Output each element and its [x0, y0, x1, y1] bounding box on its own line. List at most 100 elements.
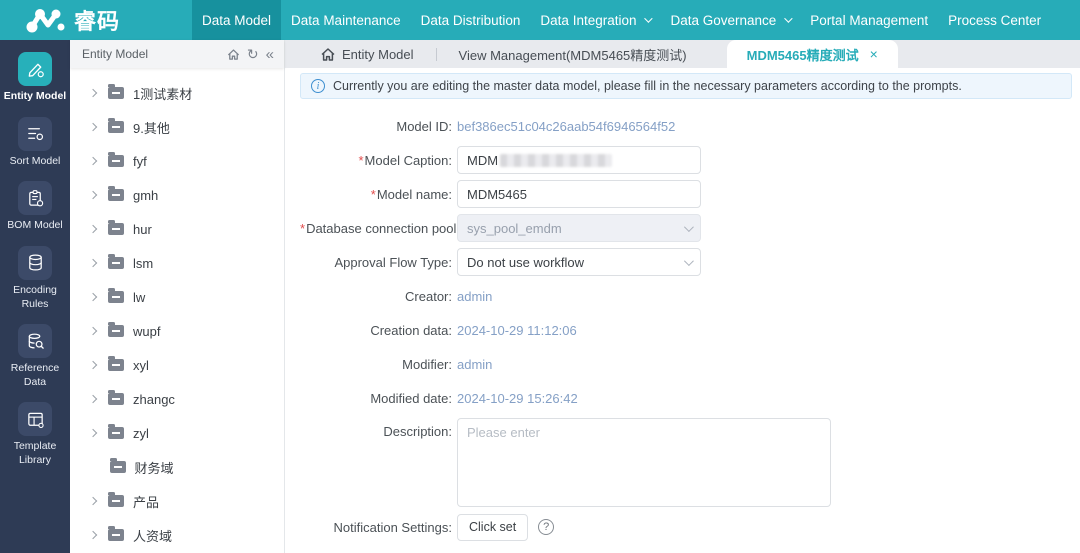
tree-item[interactable]: 产品 — [70, 484, 284, 518]
db-pool-label: *Database connection pool: — [300, 220, 461, 236]
expand-chevron-icon[interactable] — [88, 326, 98, 336]
close-icon[interactable]: × — [870, 47, 878, 61]
expand-chevron-icon[interactable] — [88, 394, 98, 404]
tree-panel-title: Entity Model — [82, 47, 149, 61]
form-row-modified-date: Modified date: 2024-10-29 15:26:42 — [300, 384, 1072, 412]
tree-item-label: 财务域 — [134, 460, 174, 476]
description-textarea[interactable] — [457, 418, 831, 507]
expand-chevron-icon[interactable] — [88, 496, 98, 506]
folder-icon — [108, 356, 124, 371]
tree-item[interactable]: fyf — [70, 144, 284, 178]
expand-chevron-icon[interactable] — [88, 190, 98, 200]
info-banner-text: Currently you are editing the master dat… — [333, 79, 962, 93]
nav-data-distribution[interactable]: Data Distribution — [411, 0, 531, 40]
nav-data-integration[interactable]: Data Integration — [530, 0, 660, 40]
model-edit-form-panel: i Currently you are editing the master d… — [285, 68, 1080, 553]
modified-date-value: 2024-10-29 15:26:42 — [457, 390, 578, 406]
expand-chevron-icon[interactable] — [88, 360, 98, 370]
nav-process-center[interactable]: Process Center — [938, 0, 1051, 40]
model-form: Model ID: bef386ec51c04c26aab54f6946564f… — [300, 112, 1072, 541]
nav-process-center-label: Process Center — [948, 12, 1042, 28]
help-question-icon[interactable]: ? — [538, 519, 555, 535]
nav-data-model[interactable]: Data Model — [192, 0, 282, 40]
tree-item[interactable]: lw — [70, 280, 284, 314]
tree-item-label: zyl — [133, 425, 149, 441]
top-navigation: Data Model Data Maintenance Data Distrib… — [192, 0, 1051, 40]
tree-item-label: 产品 — [133, 494, 160, 510]
folder-icon — [108, 220, 124, 235]
expand-chevron-icon[interactable] — [88, 156, 98, 166]
approval-flow-select[interactable]: Do not use workflow — [457, 248, 701, 276]
form-row-creator: Creator: admin — [300, 282, 1072, 310]
sidebar-item-label: Encoding Rules — [13, 283, 57, 310]
tab-view-management[interactable]: View Management(MDM5465精度测试) — [459, 40, 687, 68]
template-library-icon — [18, 402, 52, 437]
expand-chevron-icon[interactable] — [88, 428, 98, 438]
expand-chevron-icon[interactable] — [88, 224, 98, 234]
sidebar-item-entity-model[interactable]: Entity Model — [3, 52, 67, 104]
folder-icon — [108, 152, 124, 167]
sidebar-item-sort-model[interactable]: Sort Model — [3, 116, 67, 169]
tab-label: View Management(MDM5465精度测试) — [458, 47, 687, 63]
sidebar-item-bom-model[interactable]: BOM Model — [3, 181, 67, 233]
bom-model-icon — [18, 181, 52, 216]
home-icon[interactable] — [227, 48, 240, 61]
click-set-button[interactable]: Click set — [457, 513, 529, 541]
entity-model-tree-panel: Entity Model ↻ « 1测试素材 9.其他 fyf gmh hur … — [70, 40, 285, 553]
tree-item[interactable]: 9.其他 — [70, 110, 284, 144]
tree-item[interactable]: 1测试素材 — [70, 76, 284, 110]
tab-entity-model[interactable]: Entity Model — [321, 40, 414, 68]
tree-item[interactable]: gmh — [70, 178, 284, 212]
expand-chevron-icon[interactable] — [88, 122, 98, 132]
tab-mdm5465-active[interactable]: MDM5465精度测试 × — [726, 40, 898, 68]
folder-icon — [108, 424, 124, 439]
tree-item-label: xyl — [133, 357, 149, 373]
tree-item[interactable]: lsm — [70, 246, 284, 280]
model-id-value: bef386ec51c04c26aab54f6946564f52 — [457, 118, 676, 134]
creator-value: admin — [457, 288, 493, 304]
sidebar-item-template-library[interactable]: Template Library — [3, 402, 67, 467]
document-tab-bar: Entity Model View Management(MDM5465精度测试… — [285, 40, 1080, 68]
expand-chevron-icon[interactable] — [88, 530, 98, 540]
model-name-input[interactable] — [457, 180, 701, 208]
tree-item[interactable]: zyl — [70, 416, 284, 450]
tree-item-label: wupf — [133, 323, 161, 339]
tree-item-label: lsm — [133, 255, 154, 271]
nav-data-maintenance[interactable]: Data Maintenance — [281, 0, 411, 40]
modifier-label: Modifier: — [402, 356, 452, 372]
nav-portal-management[interactable]: Portal Management — [800, 0, 938, 40]
expand-chevron-icon[interactable] — [88, 88, 98, 98]
form-row-description: Description: — [300, 418, 1072, 507]
tree-item[interactable]: zhangc — [70, 382, 284, 416]
folder-icon — [108, 186, 124, 201]
folder-icon — [108, 390, 124, 405]
sidebar-item-encoding-rules[interactable]: Encoding Rules — [3, 245, 67, 311]
tree-item-label: 1测试素材 — [133, 86, 193, 102]
model-name-label: *Model name: — [370, 186, 452, 202]
tree-item[interactable]: 人资域 — [70, 518, 284, 552]
expand-chevron-icon[interactable] — [88, 292, 98, 302]
tree-item[interactable]: wupf — [70, 314, 284, 348]
db-pool-select[interactable]: sys_pool_emdm — [457, 214, 701, 242]
form-row-creation-date: Creation data: 2024-10-29 11:12:06 — [300, 316, 1072, 344]
tree-item[interactable]: xyl — [70, 348, 284, 382]
description-label: Description: — [383, 424, 452, 439]
folder-icon — [108, 322, 124, 337]
tree-item[interactable]: hur — [70, 212, 284, 246]
folder-icon — [108, 288, 124, 303]
chevron-down-icon — [683, 255, 694, 266]
nav-data-governance[interactable]: Data Governance — [660, 0, 800, 40]
model-caption-input[interactable]: MDM — [457, 146, 701, 174]
tree-item-label: fyf — [133, 153, 147, 169]
refresh-icon[interactable]: ↻ — [247, 47, 259, 61]
sidebar-item-label: Sort Model — [9, 154, 61, 167]
form-row-db-pool: *Database connection pool: sys_pool_emdm — [300, 214, 1072, 242]
required-mark: * — [370, 186, 376, 202]
sidebar-item-reference-data[interactable]: Reference Data — [3, 324, 67, 389]
expand-chevron-icon[interactable] — [88, 258, 98, 268]
model-id-label: Model ID: — [396, 118, 452, 134]
creation-date-value: 2024-10-29 11:12:06 — [457, 322, 577, 338]
collapse-panel-icon[interactable]: « — [266, 47, 274, 62]
approval-flow-label: Approval Flow Type: — [334, 254, 452, 270]
tree-item[interactable]: 财务域 — [70, 450, 284, 484]
